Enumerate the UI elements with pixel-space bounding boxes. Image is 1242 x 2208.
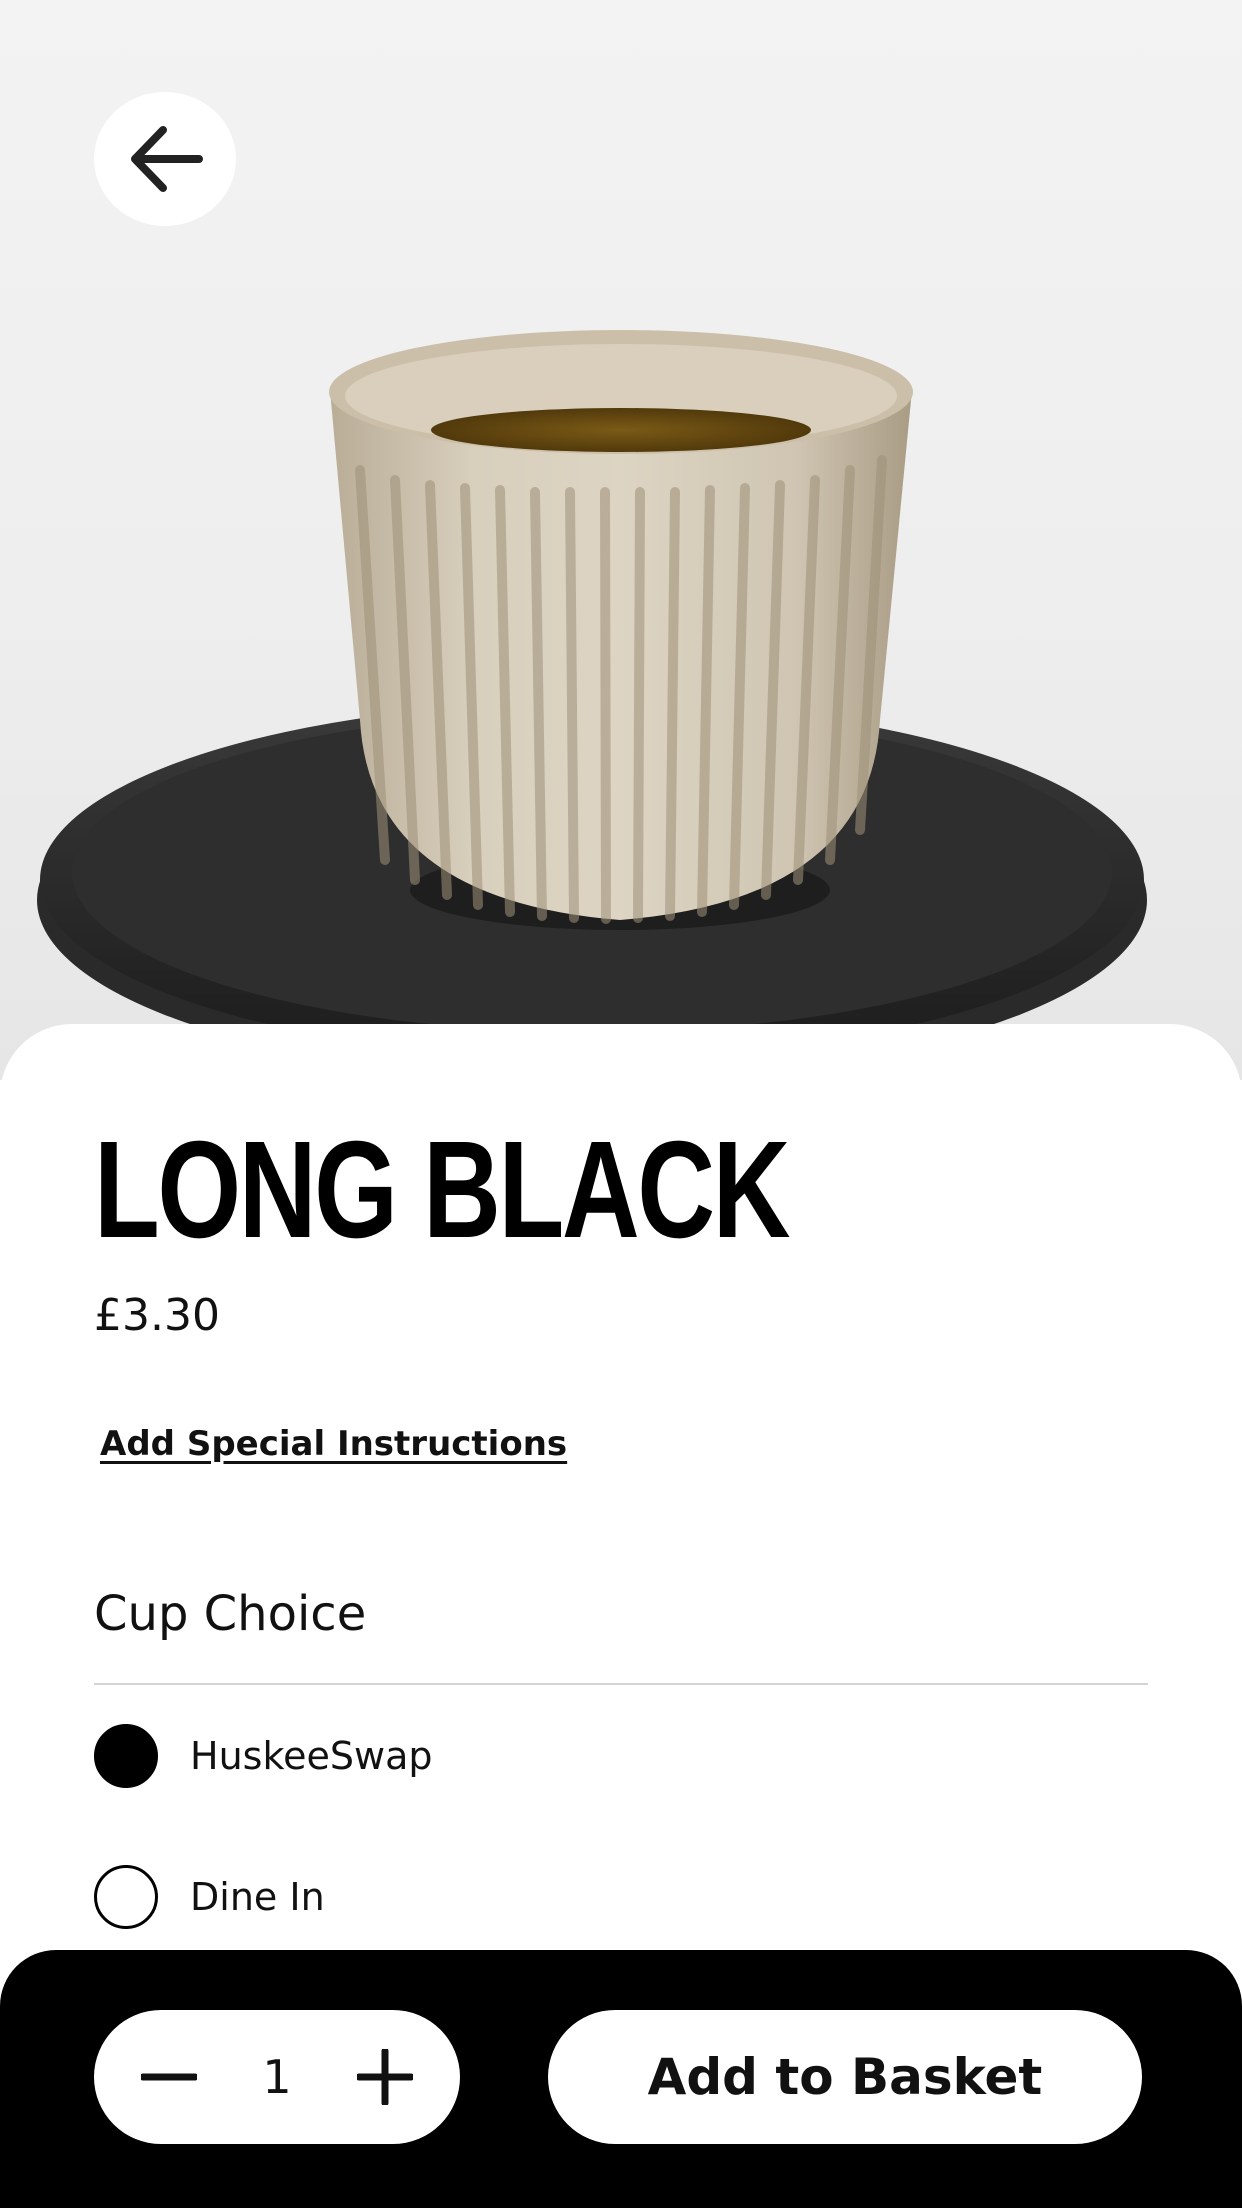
option-dine-in[interactable]: Dine In bbox=[94, 1864, 325, 1930]
add-special-instructions-link[interactable]: Add Special Instructions bbox=[100, 1424, 567, 1464]
decrement-button[interactable] bbox=[134, 2042, 204, 2112]
back-button[interactable] bbox=[94, 92, 236, 226]
add-to-basket-button[interactable]: Add to Basket bbox=[548, 2010, 1142, 2144]
increment-button[interactable] bbox=[350, 2042, 420, 2112]
radio-dine-in[interactable] bbox=[94, 1865, 158, 1929]
option-label: Dine In bbox=[190, 1875, 325, 1919]
radio-huskeeswap[interactable] bbox=[94, 1724, 158, 1788]
quantity-value: 1 bbox=[262, 2050, 292, 2104]
option-huskeeswap[interactable]: HuskeeSwap bbox=[94, 1723, 432, 1789]
minus-icon bbox=[141, 2073, 197, 2081]
arrow-left-icon bbox=[131, 126, 203, 192]
plus-icon bbox=[357, 2049, 413, 2105]
section-divider bbox=[94, 1683, 1148, 1685]
option-label: HuskeeSwap bbox=[190, 1734, 433, 1778]
product-price: £3.30 bbox=[94, 1290, 220, 1341]
cup-choice-title: Cup Choice bbox=[94, 1586, 367, 1642]
quantity-stepper: 1 bbox=[94, 2010, 460, 2144]
product-title: LONG BLACK bbox=[94, 1113, 790, 1267]
